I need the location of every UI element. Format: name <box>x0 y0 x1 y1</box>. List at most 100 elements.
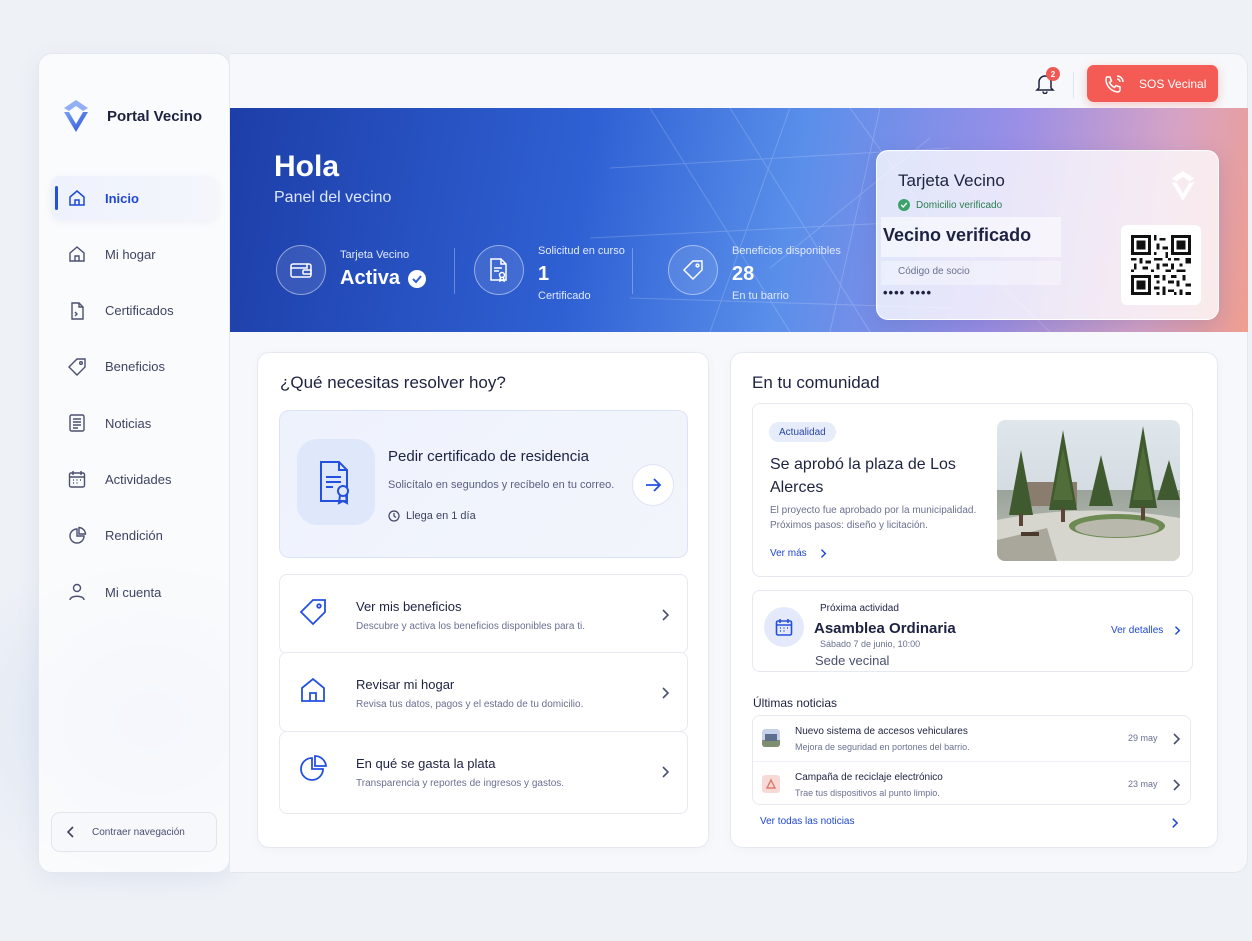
sidebar: Portal Vecino Inicio Mi hogar Certificad… <box>38 53 230 873</box>
action-revisar-hogar[interactable]: Revisar mi hogar Revisa tus datos, pagos… <box>279 652 688 732</box>
chevron-right-icon <box>1173 779 1181 791</box>
gate-thumbnail-icon <box>762 729 780 747</box>
hero-subtitle: Panel del vecino <box>274 189 392 206</box>
chevron-right-icon <box>1175 626 1181 635</box>
news-title: Se aprobó la plaza de Los Alerces <box>770 456 956 496</box>
action-ver-beneficios[interactable]: Ver mis beneficios Descubre y activa los… <box>279 574 688 654</box>
home-icon <box>69 190 85 206</box>
featured-news-card[interactable]: Actualidad Se aprobó la plaza de Los Ale… <box>752 403 1193 577</box>
chevron-right-icon <box>662 609 670 621</box>
tag-icon <box>668 245 718 295</box>
chevron-right-icon[interactable] <box>1170 817 1179 829</box>
verified-label: Domicilio verificado <box>916 199 1003 211</box>
chevron-right-icon <box>820 549 827 558</box>
member-code: •••• •••• <box>883 285 933 300</box>
vecino-name: Vecino verificado <box>883 225 1032 245</box>
news-item[interactable]: Campaña de reciclaje electrónico Trae tu… <box>753 761 1190 806</box>
vecino-card[interactable]: Tarjeta Vecino Domicilio verificado Veci… <box>876 150 1219 320</box>
collapse-nav-button[interactable]: Contraer navegación <box>51 812 217 852</box>
hero-banner: Hola Panel del vecino Tarjeta Vecino Act… <box>230 108 1248 332</box>
action-title: Ver mis beneficios <box>356 599 462 614</box>
action-gasto[interactable]: En qué se gasta la plata Transparencia y… <box>279 731 688 814</box>
sidebar-item-rendicion[interactable]: Rendición <box>51 514 217 558</box>
sos-label: SOS Vecinal <box>1139 76 1207 91</box>
stat-solicitud[interactable]: Solicitud en curso 1 Certificado <box>474 245 625 302</box>
stat-value: 1 <box>538 263 550 285</box>
sidebar-item-actividades[interactable]: Actividades <box>51 457 217 501</box>
brand[interactable]: Portal Vecino <box>61 98 202 134</box>
house-icon <box>301 677 325 702</box>
plaza-image <box>997 420 1180 561</box>
house-icon <box>69 246 85 262</box>
resolve-title: ¿Qué necesitas resolver hoy? <box>280 373 506 392</box>
latest-news-list: Nuevo sistema de accesos vehiculares Mej… <box>752 715 1191 805</box>
collapse-nav-label: Contraer navegación <box>92 826 185 838</box>
action-description: Transparencia y reportes de ingresos y g… <box>356 778 565 789</box>
stat-tarjeta-vecino[interactable]: Tarjeta Vecino Activa <box>276 245 427 295</box>
sidebar-item-label: Actividades <box>105 471 172 487</box>
pie-chart-icon <box>300 755 327 781</box>
qr-code[interactable] <box>1121 225 1201 305</box>
sidebar-item-label: Noticias <box>105 415 152 431</box>
ver-detalles-link[interactable]: Ver detalles <box>1111 625 1181 636</box>
event-place: Sede vecinal <box>815 653 890 668</box>
hero-title: Hola <box>274 150 340 183</box>
next-activity-card[interactable]: Próxima actividad Asamblea Ordinaria Sáb… <box>752 590 1193 672</box>
sidebar-item-label: Inicio <box>105 190 139 206</box>
resolve-panel: ¿Qué necesitas resolver hoy? Pedir certi… <box>257 352 709 848</box>
document-icon <box>71 301 84 320</box>
tag-icon <box>299 599 326 626</box>
stat-note: Certificado <box>538 290 591 302</box>
featured-time: Llega en 1 día <box>388 510 476 522</box>
qr-code-icon <box>1131 235 1191 295</box>
arrow-right-button[interactable] <box>632 464 674 506</box>
community-panel: En tu comunidad Actualidad Se aprobó la … <box>730 352 1218 848</box>
sidebar-item-certificados[interactable]: Certificados <box>51 289 217 333</box>
member-code-label: Código de socio <box>898 266 970 277</box>
check-circle-icon <box>898 199 910 211</box>
event-title: Asamblea Ordinaria <box>814 620 956 637</box>
event-label: Próxima actividad <box>820 603 899 614</box>
stat-label: Tarjeta Vecino <box>340 249 410 261</box>
action-description: Revisa tus datos, pagos y el estado de t… <box>356 699 584 710</box>
vecino-card-title: Tarjeta Vecino <box>898 171 1005 190</box>
sos-button[interactable]: SOS Vecinal <box>1087 65 1218 102</box>
sidebar-item-beneficios[interactable]: Beneficios <box>51 345 217 389</box>
verified-status: Domicilio verificado <box>898 199 1002 211</box>
request-certificate-card[interactable]: Pedir certificado de residencia Solicíta… <box>279 410 688 558</box>
sidebar-item-inicio[interactable]: Inicio <box>51 176 217 220</box>
stat-label: Beneficios disponibles <box>732 245 841 257</box>
sidebar-item-noticias[interactable]: Noticias <box>51 401 217 445</box>
stat-value-text: Activa <box>340 267 401 289</box>
news-item-date: 29 may <box>1128 733 1158 743</box>
portal-logo-icon <box>64 100 88 132</box>
phone-alert-icon <box>1105 74 1124 93</box>
news-item-title: Nuevo sistema de accesos vehiculares <box>795 726 968 737</box>
topbar-divider <box>1073 72 1074 98</box>
news-tag: Actualidad <box>769 422 836 442</box>
stat-label: Solicitud en curso <box>538 245 625 257</box>
stat-beneficios[interactable]: Beneficios disponibles 28 En tu barrio <box>668 245 841 302</box>
sidebar-item-mi-cuenta[interactable]: Mi cuenta <box>51 570 217 614</box>
stat-note: En tu barrio <box>732 290 789 302</box>
all-news-link[interactable]: Ver todas las noticias <box>760 816 855 827</box>
tag-icon <box>68 358 86 376</box>
sidebar-item-label: Mi hogar <box>105 246 156 262</box>
latest-news-title: Últimas noticias <box>753 696 838 710</box>
community-title: En tu comunidad <box>752 373 880 392</box>
ver-detalles-label: Ver detalles <box>1111 625 1164 636</box>
brand-name: Portal Vecino <box>107 107 203 125</box>
sidebar-item-label: Beneficios <box>105 359 165 375</box>
arrow-right-icon <box>646 478 662 492</box>
stat-value: 28 <box>732 263 755 285</box>
ver-mas-link[interactable]: Ver más <box>770 548 827 559</box>
news-item[interactable]: Nuevo sistema de accesos vehiculares Mej… <box>753 716 1190 761</box>
sidebar-item-mi-hogar[interactable]: Mi hogar <box>51 232 217 276</box>
action-title: Revisar mi hogar <box>356 677 455 692</box>
ver-mas-label: Ver más <box>770 548 807 559</box>
news-description: El proyecto fue aprobado por la municipa… <box>770 505 977 531</box>
certificate-icon <box>474 245 524 295</box>
news-item-description: Mejora de seguridad en portones del barr… <box>795 742 970 752</box>
action-title: En qué se gasta la plata <box>356 756 496 771</box>
news-item-date: 23 may <box>1128 779 1158 789</box>
